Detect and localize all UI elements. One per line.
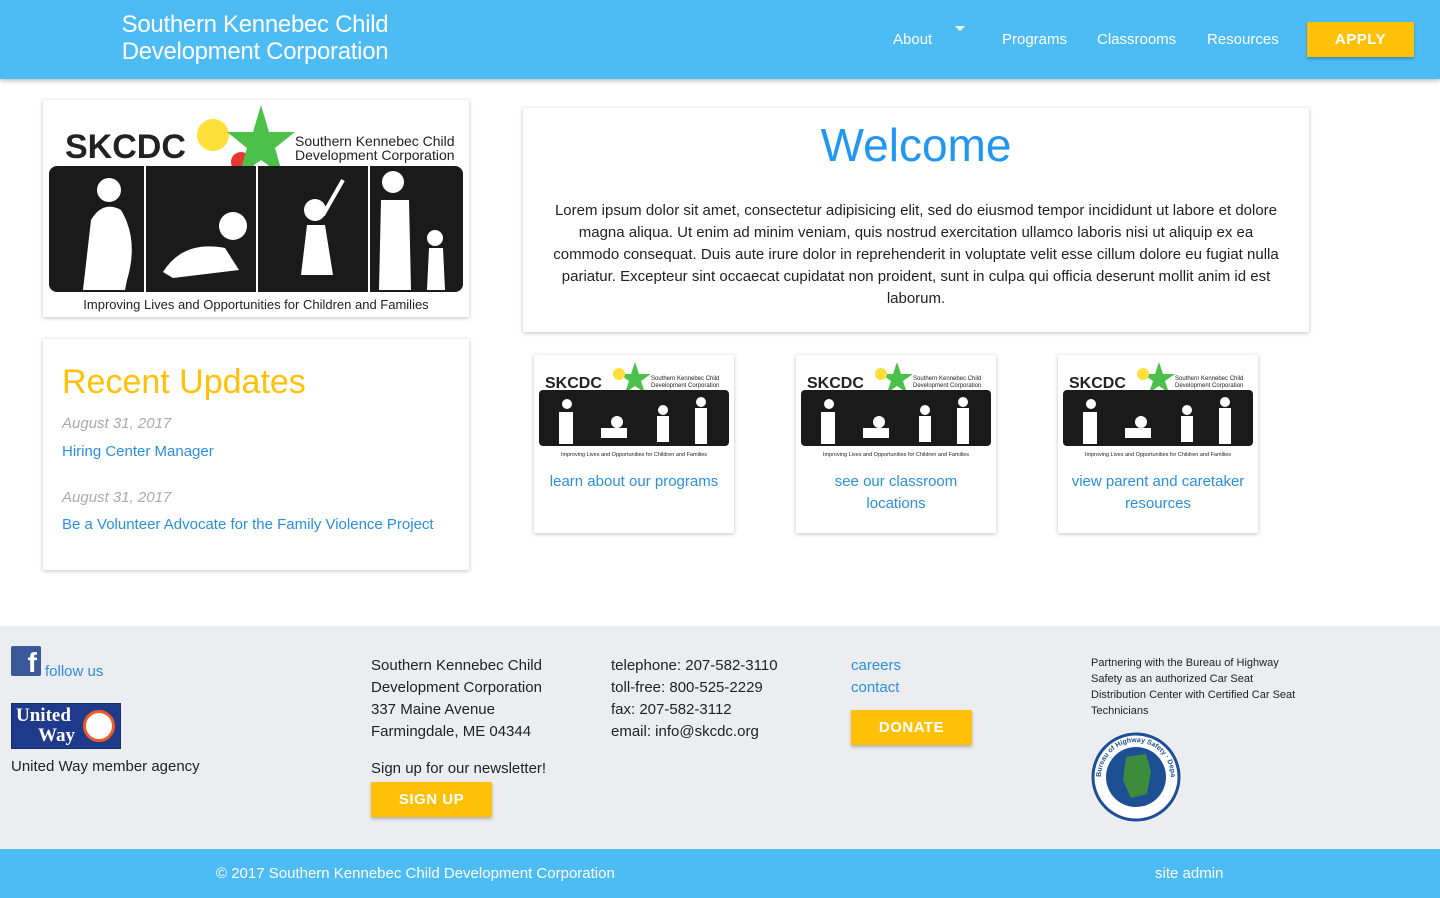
recent-updates-title: Recent Updates [62, 363, 306, 401]
svg-text:SKCDC: SKCDC [545, 375, 602, 392]
svg-text:Development Corporation: Development Corporation [651, 383, 719, 389]
svg-text:Improving Lives and Opportunit: Improving Lives and Opportunities for Ch… [1085, 452, 1231, 458]
tile-label[interactable]: view parent and caretaker resources [1068, 471, 1248, 515]
recent-updates-card: Recent Updates August 31, 2017 Hiring Ce… [43, 339, 469, 570]
resources-tile[interactable]: SKCDC Southern Kennebec Child Developmen… [1058, 355, 1258, 533]
united-way-label: United Way member agency [11, 758, 200, 775]
logo-abbr: SKCDC [65, 128, 186, 166]
site-brand[interactable]: Southern Kennebec Child Development Corp… [100, 11, 410, 65]
donate-button[interactable]: DONATE [851, 710, 972, 745]
copyright-text: © 2017 Southern Kennebec Child Developme… [216, 865, 615, 882]
logo-tagline: Improving Lives and Opportunities for Ch… [83, 297, 429, 312]
svg-text:SKCDC: SKCDC [1069, 375, 1126, 392]
svg-text:Development Corporation: Development Corporation [913, 383, 981, 389]
address-block: Southern Kennebec Child Development Corp… [371, 657, 542, 740]
about-dropdown-caret-icon[interactable] [955, 26, 965, 31]
signup-button[interactable]: SIGN UP [371, 782, 492, 817]
update-date: August 31, 2017 [62, 415, 172, 432]
nav-resources[interactable]: Resources [1207, 31, 1279, 48]
skcdc-logo-small: SKCDC Southern Kennebec Child Developmen… [801, 362, 991, 458]
svg-text:Improving Lives and Opportunit: Improving Lives and Opportunities for Ch… [561, 452, 707, 458]
highway-safety-seal-icon: Bureau of Highway Safety · Department of… [1091, 732, 1181, 822]
tile-label[interactable]: see our classroom locations [806, 471, 986, 515]
svg-text:SKCDC: SKCDC [807, 375, 864, 392]
contact-link[interactable]: contact [851, 677, 899, 699]
united-way-hand-icon [83, 710, 115, 742]
welcome-title: Welcome [820, 119, 1012, 171]
svg-text:Southern Kennebec Child: Southern Kennebec Child [651, 376, 719, 382]
nav-classrooms[interactable]: Classrooms [1097, 31, 1176, 48]
united-way-logo[interactable]: United Way [11, 703, 121, 749]
update-link[interactable]: Hiring Center Manager [62, 443, 214, 460]
newsletter-label: Sign up for our newsletter! [371, 760, 547, 777]
svg-text:Development Corporation: Development Corporation [1175, 383, 1243, 389]
nav-about[interactable]: About [893, 31, 932, 48]
apply-button[interactable]: APPLY [1307, 22, 1414, 57]
site-footer: f follow us United Way United Way member… [0, 626, 1440, 849]
welcome-body: Lorem ipsum dolor sit amet, consectetur … [553, 202, 1279, 307]
bottom-bar: © 2017 Southern Kennebec Child Developme… [0, 849, 1440, 898]
partner-text: Partnering with the Bureau of Highway Sa… [1091, 657, 1296, 717]
skcdc-logo-small: SKCDC Southern Kennebec Child Developmen… [1063, 362, 1253, 458]
svg-text:Improving Lives and Opportunit: Improving Lives and Opportunities for Ch… [823, 452, 969, 458]
site-header: Southern Kennebec Child Development Corp… [0, 0, 1440, 79]
tile-label[interactable]: learn about our programs [544, 471, 724, 493]
contact-block: telephone: 207-582-3110 toll-free: 800-5… [611, 657, 778, 740]
programs-tile[interactable]: SKCDC Southern Kennebec Child Developmen… [534, 355, 734, 533]
skcdc-logo: SKCDC Southern Kennebec Child Developmen… [49, 105, 463, 312]
follow-us-link[interactable]: follow us [45, 661, 103, 683]
update-date: August 31, 2017 [62, 489, 172, 506]
svg-text:Southern Kennebec Child: Southern Kennebec Child [913, 376, 981, 382]
site-admin-link[interactable]: site admin [1155, 865, 1223, 882]
update-link[interactable]: Be a Volunteer Advocate for the Family V… [62, 516, 434, 533]
logo-name-line2: Development Corporation [295, 147, 455, 163]
skcdc-logo-small: SKCDC Southern Kennebec Child Developmen… [539, 362, 729, 458]
logo-card: SKCDC Southern Kennebec Child Developmen… [43, 100, 469, 317]
welcome-card: Welcome Lorem ipsum dolor sit amet, cons… [523, 108, 1309, 332]
classrooms-tile[interactable]: SKCDC Southern Kennebec Child Developmen… [796, 355, 996, 533]
careers-link[interactable]: careers [851, 655, 901, 677]
facebook-icon[interactable]: f [11, 646, 41, 676]
svg-text:Southern Kennebec Child: Southern Kennebec Child [1175, 376, 1243, 382]
nav-programs[interactable]: Programs [1002, 31, 1067, 48]
